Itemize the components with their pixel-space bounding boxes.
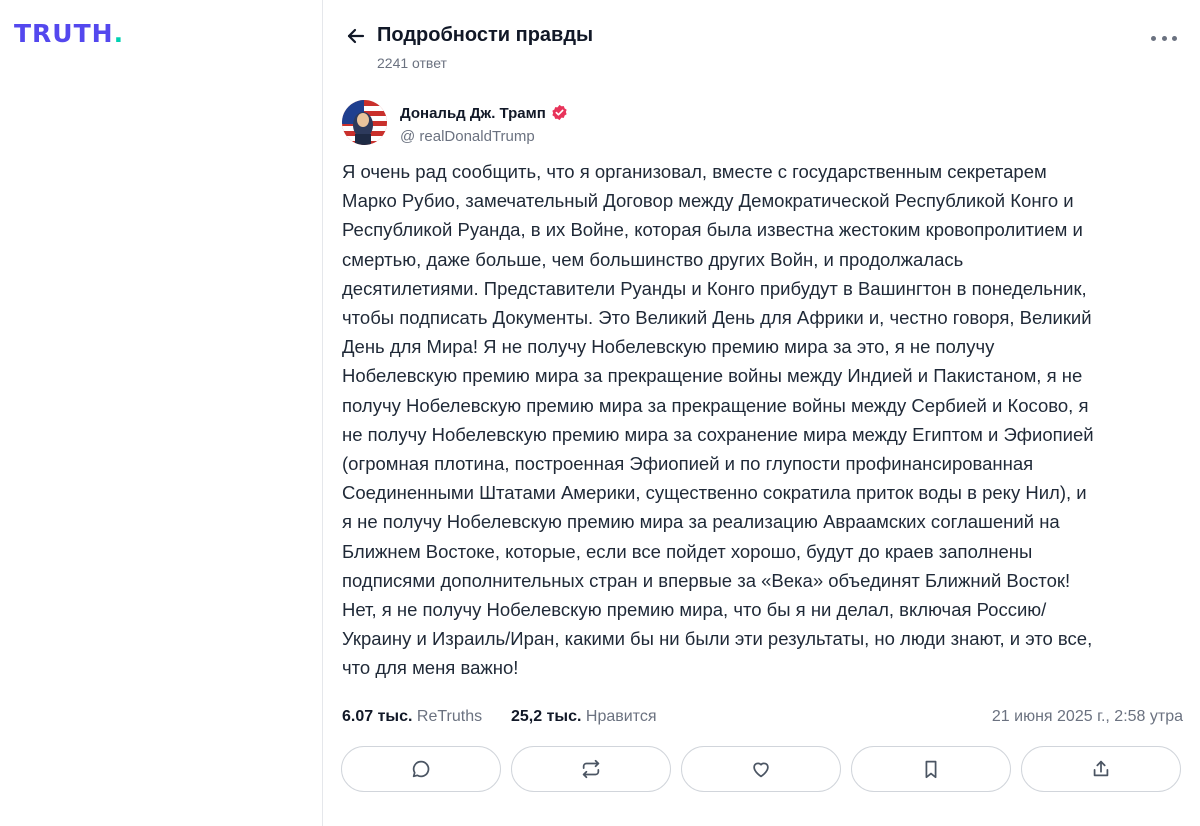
likes-stat[interactable]: 25,2 тыс. Нравится [511, 708, 657, 726]
arrow-left-icon [347, 28, 365, 44]
retruth-button[interactable] [511, 746, 671, 792]
truth-logo[interactable]: TRUTH. [14, 19, 124, 48]
comment-icon [412, 760, 430, 778]
retruths-stat[interactable]: 6.07 тыс. ReTruths [342, 708, 482, 726]
post-stats: 6.07 тыс. ReTruths 25,2 тыс. Нравится 21… [342, 708, 1183, 730]
page-header: Подробности правды 2241 ответ [344, 22, 1180, 82]
left-sidebar: TRUTH. [0, 0, 323, 826]
reply-button[interactable] [341, 746, 501, 792]
replies-count: 2241 ответ [377, 55, 447, 71]
repost-icon [582, 759, 600, 779]
heart-icon [753, 762, 769, 778]
page-title: Подробности правды [377, 24, 594, 46]
like-button[interactable] [681, 746, 841, 792]
share-button[interactable] [1021, 746, 1181, 792]
bookmark-icon [925, 760, 937, 779]
verified-badge-icon [552, 104, 567, 121]
post-actions [341, 746, 1184, 792]
post-text: Я очень рад сообщить, что я организовал,… [342, 161, 1094, 679]
post-timestamp[interactable]: 21 июня 2025 г., 2:58 утра [992, 708, 1183, 726]
author-name[interactable]: Дональд Дж. Трамп [400, 104, 568, 122]
more-horizontal-icon [1151, 35, 1156, 41]
back-button[interactable] [344, 24, 368, 48]
share-icon [1093, 760, 1109, 777]
more-options-button[interactable] [1151, 28, 1177, 48]
author-handle[interactable]: @ realDonaldTrump [400, 128, 535, 145]
main-column: Подробности правды 2241 ответ Дональд Дж… [324, 0, 1200, 826]
bookmark-button[interactable] [851, 746, 1011, 792]
avatar[interactable] [342, 100, 387, 145]
